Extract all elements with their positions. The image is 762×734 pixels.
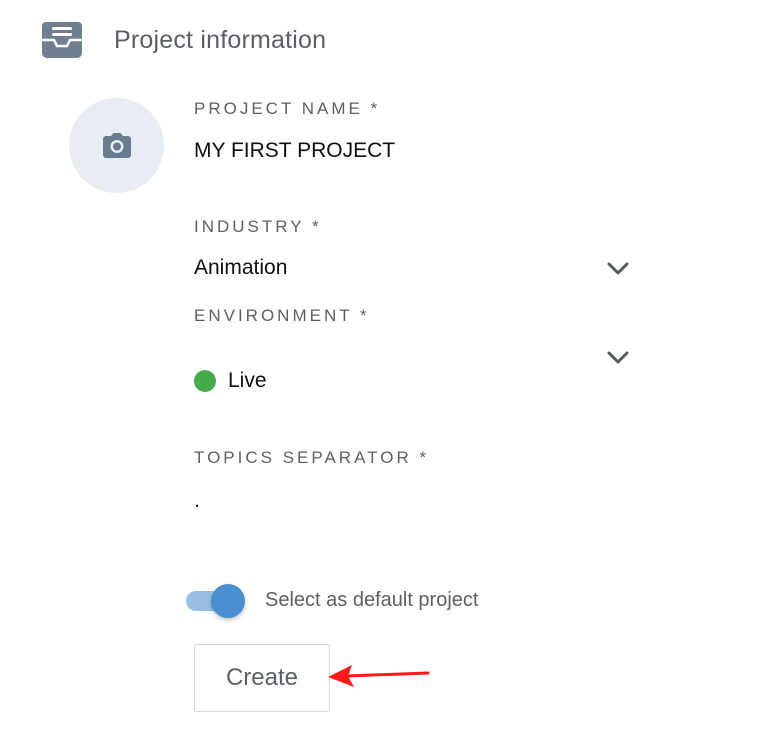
topics-separator-input[interactable] xyxy=(194,489,624,513)
industry-value: Animation xyxy=(194,256,288,279)
environment-value: Live xyxy=(228,369,267,392)
status-dot-icon xyxy=(194,370,216,392)
page-title: Project information xyxy=(114,25,327,54)
project-image-upload[interactable] xyxy=(69,98,164,193)
create-button[interactable]: Create xyxy=(194,644,330,712)
section-header: Project information xyxy=(40,18,326,62)
environment-label: ENVIRONMENT * xyxy=(194,306,370,325)
project-name-input[interactable] xyxy=(194,139,624,163)
default-project-label: Select as default project xyxy=(265,589,479,611)
topics-separator-label: TOPICS SEPARATOR * xyxy=(194,448,430,467)
project-name-label: PROJECT NAME * xyxy=(194,99,381,118)
inbox-icon xyxy=(42,22,82,58)
default-project-toggle[interactable] xyxy=(186,584,246,618)
red-arrow-icon xyxy=(328,665,430,687)
industry-select[interactable]: Animation xyxy=(194,256,287,280)
environment-select[interactable]: Live xyxy=(194,369,267,393)
chevron-down-icon[interactable] xyxy=(606,261,630,277)
toggle-thumb xyxy=(211,584,245,618)
chevron-down-icon[interactable] xyxy=(606,350,630,366)
industry-label: INDUSTRY * xyxy=(194,217,322,236)
camera-icon xyxy=(102,132,131,158)
